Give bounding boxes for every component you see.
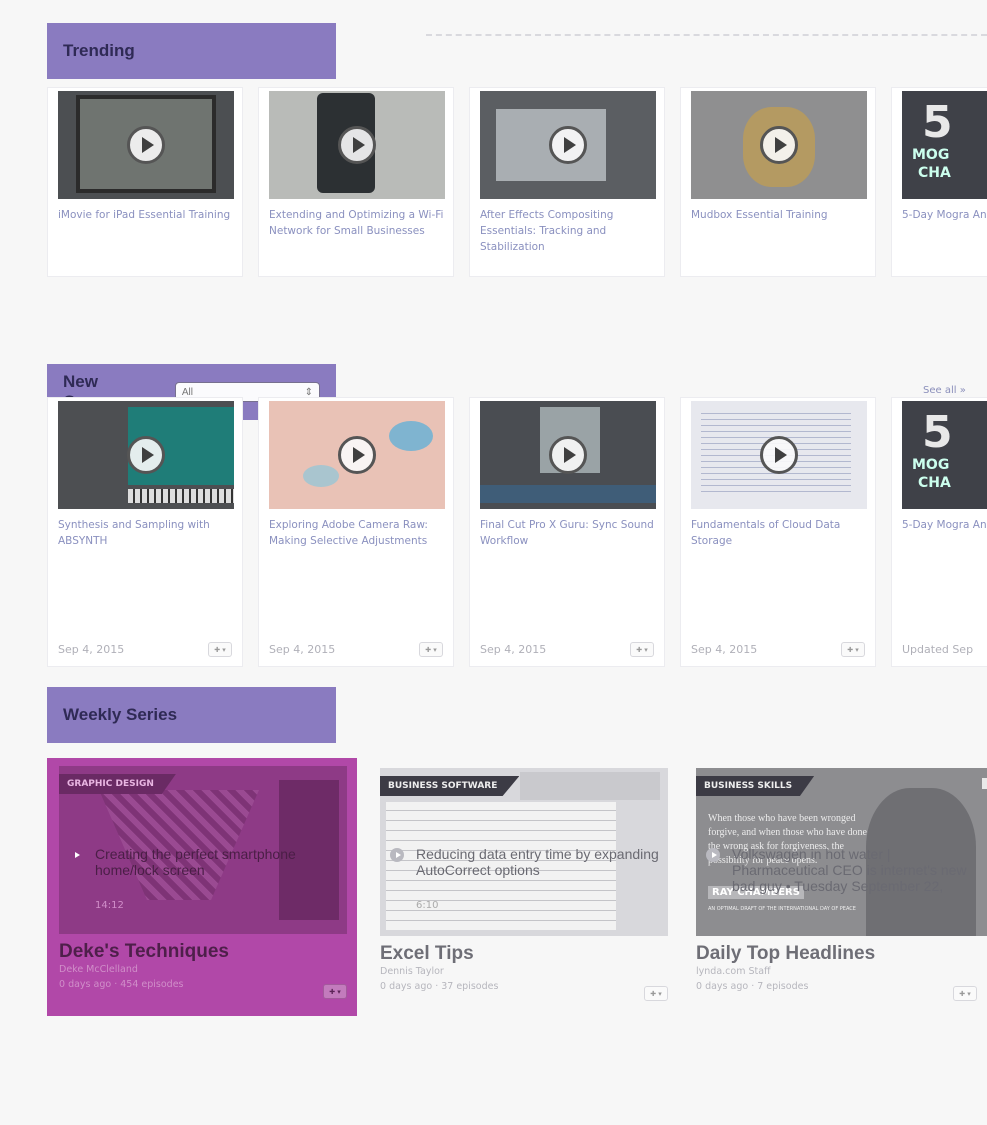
series-meta: 0 days ago · 7 episodes (696, 981, 809, 992)
course-title[interactable]: Synthesis and Sampling with ABSYNTH (58, 517, 234, 549)
course-thumbnail (691, 401, 867, 509)
play-icon[interactable] (760, 126, 798, 164)
episode-duration: 14:12 (95, 900, 124, 911)
latest-episode[interactable]: Creating the perfect smartphone home/loc… (59, 846, 369, 938)
new-courses-row: Synthesis and Sampling with ABSYNTH Sep … (47, 397, 987, 667)
course-card[interactable]: After Effects Compositing Essentials: Tr… (469, 87, 665, 277)
course-thumbnail (480, 91, 656, 199)
play-icon[interactable] (549, 436, 587, 474)
course-title[interactable]: 5-Day Mogra Animated Icc (902, 207, 987, 223)
course-card[interactable]: 5 MOG CHA 5-Day Mogra Animated Icc (891, 87, 987, 277)
course-title[interactable]: Mudbox Essential Training (691, 207, 867, 223)
play-icon[interactable] (338, 126, 376, 164)
course-date: Updated Sep (902, 643, 974, 656)
series-category-tag: BUSINESS SKILLS (696, 776, 815, 796)
play-icon[interactable] (127, 126, 165, 164)
thumb-text: 5 (922, 97, 953, 148)
bookmark-icon[interactable] (982, 778, 987, 789)
episode-title[interactable]: Volkswagen in hot water | Pharmaceutical… (732, 848, 972, 894)
course-date: Sep 4, 2015 (691, 643, 758, 656)
course-title[interactable]: 5-Day Mogra Animated Icc (902, 517, 987, 533)
thumb-text: 5 (922, 407, 953, 458)
play-circle-icon[interactable] (390, 848, 404, 862)
series-title[interactable]: Excel Tips (380, 943, 474, 965)
series-action-button[interactable]: ✚ ▾ (953, 986, 977, 1001)
course-card[interactable]: Fundamentals of Cloud Data Storage Sep 4… (680, 397, 876, 667)
course-title[interactable]: Exploring Adobe Camera Raw: Making Selec… (269, 517, 445, 549)
play-icon[interactable] (338, 436, 376, 474)
course-thumbnail (58, 91, 234, 199)
course-thumbnail: 5 MOG CHA (902, 401, 987, 509)
series-author: lynda.com Staff (696, 966, 771, 977)
section-divider (426, 34, 987, 36)
episode-duration: 6:10 (416, 900, 439, 911)
latest-episode[interactable]: Reducing data entry time by expanding Au… (380, 846, 680, 938)
weekly-series-title: Weekly Series (63, 705, 178, 724)
course-action-button[interactable]: ✚ ▾ (630, 642, 654, 657)
course-title[interactable]: Final Cut Pro X Guru: Sync Sound Workflo… (480, 517, 656, 549)
course-thumbnail (269, 91, 445, 199)
course-thumbnail (269, 401, 445, 509)
course-date: Sep 4, 2015 (269, 643, 336, 656)
select-arrows-icon: ⇕ (304, 386, 313, 398)
play-icon[interactable] (760, 436, 798, 474)
course-title[interactable]: Fundamentals of Cloud Data Storage (691, 517, 867, 549)
series-title[interactable]: Daily Top Headlines (696, 943, 875, 965)
course-card[interactable]: Synthesis and Sampling with ABSYNTH Sep … (47, 397, 243, 667)
play-icon[interactable] (549, 126, 587, 164)
series-category-tag: GRAPHIC DESIGN (59, 774, 176, 794)
trending-title: Trending (63, 41, 135, 60)
course-card[interactable]: Exploring Adobe Camera Raw: Making Selec… (258, 397, 454, 667)
trending-row: iMovie for iPad Essential Training Exten… (47, 87, 987, 277)
play-circle-icon[interactable] (706, 848, 720, 862)
play-icon[interactable] (127, 436, 165, 474)
course-card[interactable]: Final Cut Pro X Guru: Sync Sound Workflo… (469, 397, 665, 667)
weekly-series-header: Weekly Series (47, 687, 336, 743)
course-thumbnail (58, 401, 234, 509)
series-meta: 0 days ago · 454 episodes (59, 979, 184, 990)
course-date: Sep 4, 2015 (480, 643, 547, 656)
course-card[interactable]: Mudbox Essential Training (680, 87, 876, 277)
course-card[interactable]: Extending and Optimizing a Wi-Fi Network… (258, 87, 454, 277)
course-thumbnail: 5 MOG CHA (902, 91, 987, 199)
latest-episode[interactable]: Volkswagen in hot water | Pharmaceutical… (696, 848, 987, 928)
course-title[interactable]: After Effects Compositing Essentials: Tr… (480, 207, 656, 255)
course-title[interactable]: Extending and Optimizing a Wi-Fi Network… (269, 207, 445, 239)
course-card[interactable]: iMovie for iPad Essential Training (47, 87, 243, 277)
series-meta: 0 days ago · 37 episodes (380, 981, 499, 992)
thumb-text: MOG (912, 147, 950, 163)
series-author: Dennis Taylor (380, 966, 444, 977)
course-thumbnail (480, 401, 656, 509)
thumb-text: MOG (912, 457, 950, 473)
course-action-button[interactable]: ✚ ▾ (208, 642, 232, 657)
series-action-button[interactable]: ✚ ▾ (644, 986, 668, 1001)
series-category-tag: BUSINESS SOFTWARE (380, 776, 520, 796)
series-author: Deke McClelland (59, 964, 138, 975)
episode-title[interactable]: Reducing data entry time by expanding Au… (416, 846, 666, 878)
series-action-button[interactable]: ✚ ▾ (323, 984, 347, 999)
course-date: Sep 4, 2015 (58, 643, 125, 656)
course-action-button[interactable]: ✚ ▾ (841, 642, 865, 657)
course-action-button[interactable]: ✚ ▾ (419, 642, 443, 657)
episode-title[interactable]: Creating the perfect smartphone home/loc… (95, 846, 345, 878)
course-thumbnail (691, 91, 867, 199)
see-all-link[interactable]: See all » (923, 385, 966, 396)
trending-header: Trending (47, 23, 336, 79)
series-title[interactable]: Deke's Techniques (59, 941, 229, 963)
thumb-text: CHA (918, 165, 951, 181)
thumb-text: CHA (918, 475, 951, 491)
course-title[interactable]: iMovie for iPad Essential Training (58, 207, 234, 223)
course-card[interactable]: 5 MOG CHA 5-Day Mogra Animated Icc Updat… (891, 397, 987, 667)
play-circle-icon[interactable] (69, 848, 83, 862)
filter-value: All (181, 386, 193, 398)
